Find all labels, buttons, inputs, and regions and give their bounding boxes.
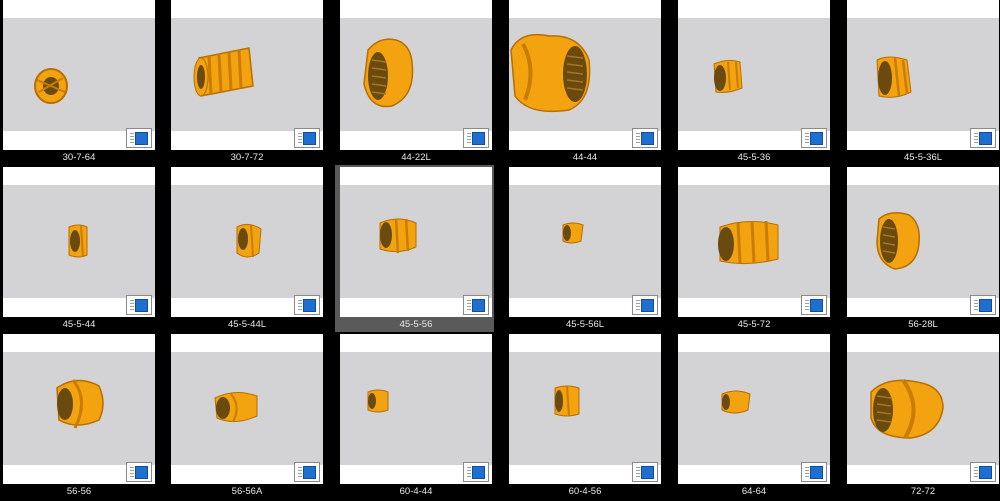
thumbnail-preview[interactable]	[3, 167, 155, 317]
thumbnail-tile[interactable]: 45-5-36L	[844, 0, 1000, 167]
thumbnail-tile[interactable]: 64-64	[675, 334, 843, 501]
file-type-icon	[801, 462, 827, 482]
file-type-icon	[970, 128, 996, 148]
thumbnail-label: 60-4-56	[568, 486, 602, 497]
thumbnail-label: 72-72	[910, 486, 936, 497]
file-type-icon	[463, 128, 489, 148]
thumbnail-tile[interactable]: 45-5-44L	[168, 167, 336, 334]
thumbnail-label: 30-7-72	[230, 152, 264, 163]
thumbnail-preview[interactable]	[3, 334, 155, 484]
file-type-icon	[632, 295, 658, 315]
thumbnail-label: 44-44	[572, 152, 598, 163]
file-type-icon	[126, 462, 152, 482]
thumbnail-preview[interactable]	[509, 0, 661, 150]
thumbnail-label: 56-56A	[231, 486, 263, 497]
file-type-icon	[632, 128, 658, 148]
thumbnail-label: 45-5-56	[399, 319, 433, 330]
thumbnail-preview[interactable]	[678, 334, 830, 484]
thumbnail-label: 45-5-44	[62, 319, 96, 330]
thumbnail-label: 45-5-44L	[227, 319, 267, 330]
file-type-icon	[126, 295, 152, 315]
thumbnail-tile[interactable]: 44-22L	[337, 0, 505, 167]
thumbnail-tile[interactable]: 45-5-36	[675, 0, 843, 167]
file-type-icon	[970, 462, 996, 482]
thumbnail-tile[interactable]: 45-5-56L	[506, 167, 674, 334]
file-type-icon	[294, 462, 320, 482]
file-type-icon	[294, 295, 320, 315]
thumbnail-preview[interactable]	[3, 0, 155, 150]
thumbnail-tile[interactable]: 45-5-44	[0, 167, 168, 334]
thumbnail-preview[interactable]	[171, 334, 323, 484]
thumbnail-tile[interactable]: 56-28L	[844, 167, 1000, 334]
file-type-icon	[632, 462, 658, 482]
thumbnail-preview[interactable]	[509, 167, 661, 317]
thumbnail-tile-selected[interactable]: 45-5-56	[335, 165, 505, 334]
thumbnail-tile[interactable]: 45-5-72	[675, 167, 843, 334]
thumbnail-grid: 30-7-64 30-7-72 44-22L 44-44 45-5-36 45-…	[0, 0, 1000, 500]
thumbnail-preview[interactable]	[171, 0, 323, 150]
thumbnail-preview[interactable]	[678, 167, 830, 317]
thumbnail-label: 45-5-36L	[903, 152, 943, 163]
file-type-icon	[463, 462, 489, 482]
thumbnail-label: 56-56	[66, 486, 92, 497]
thumbnail-label: 44-22L	[401, 152, 431, 163]
file-type-icon	[463, 295, 489, 315]
thumbnail-label: 45-5-72	[737, 319, 771, 330]
thumbnail-preview[interactable]	[509, 334, 661, 484]
thumbnail-label: 45-5-36	[737, 152, 771, 163]
thumbnail-preview[interactable]	[340, 0, 492, 150]
thumbnail-tile[interactable]: 60-4-56	[506, 334, 674, 501]
thumbnail-tile[interactable]: 30-7-64	[0, 0, 168, 167]
file-type-icon	[801, 295, 827, 315]
thumbnail-label: 64-64	[741, 486, 767, 497]
thumbnail-preview[interactable]	[847, 0, 999, 150]
thumbnail-preview[interactable]	[678, 0, 830, 150]
thumbnail-label: 45-5-56L	[565, 319, 605, 330]
thumbnail-label: 60-4-44	[399, 486, 433, 497]
thumbnail-preview[interactable]	[340, 334, 492, 484]
thumbnail-tile[interactable]: 56-56	[0, 334, 168, 501]
thumbnail-label: 56-28L	[908, 319, 938, 330]
thumbnail-preview[interactable]	[340, 167, 492, 317]
file-type-icon	[294, 128, 320, 148]
thumbnail-tile[interactable]: 60-4-44	[337, 334, 505, 501]
thumbnail-tile[interactable]: 72-72	[844, 334, 1000, 501]
thumbnail-preview[interactable]	[847, 334, 999, 484]
file-type-icon	[126, 128, 152, 148]
file-type-icon	[970, 295, 996, 315]
thumbnail-tile[interactable]: 44-44	[506, 0, 674, 167]
thumbnail-label: 30-7-64	[62, 152, 96, 163]
thumbnail-preview[interactable]	[847, 167, 999, 317]
thumbnail-tile[interactable]: 56-56A	[168, 334, 336, 501]
thumbnail-preview[interactable]	[171, 167, 323, 317]
thumbnail-tile[interactable]: 30-7-72	[168, 0, 336, 167]
file-type-icon	[801, 128, 827, 148]
